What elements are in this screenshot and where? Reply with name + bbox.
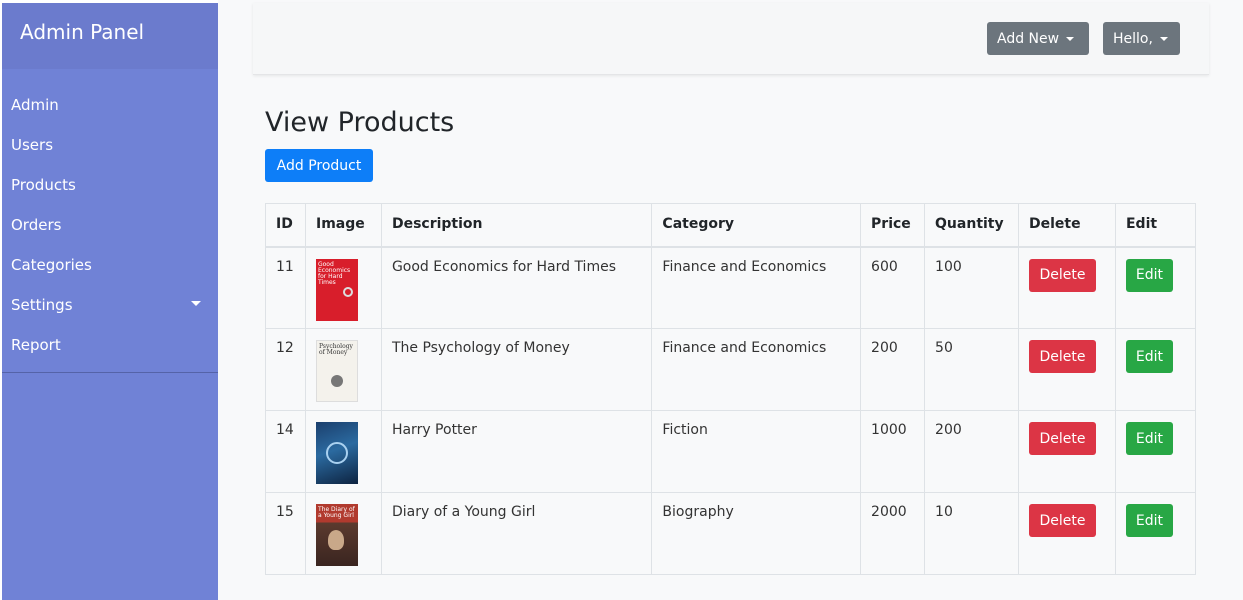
sidebar-item-categories[interactable]: Categories [2,255,218,295]
book-cover-image: Psychology of Money [315,340,358,402]
cell-quantity: 200 [924,410,1020,493]
cell-id: 15 [265,492,306,575]
cell-price: 2000 [860,492,926,575]
cell-quantity: 50 [924,328,1020,411]
page-title: View Products [265,107,455,138]
cell-id: 14 [265,410,306,493]
cell-delete: Delete [1018,246,1116,329]
column-header-edit: Edit [1114,203,1197,248]
cell-delete: Delete [1018,328,1116,411]
book-cover-text: Good Economics for Hard Times [317,260,351,286]
caret-down-icon [1159,36,1168,41]
column-header-id: ID [265,203,306,248]
add-new-dropdown-button[interactable]: Add New [987,22,1089,55]
add-new-label: Add New [997,30,1060,47]
book-cover-text: The Diary of a Young Girl [317,506,355,519]
column-header-category: Category [651,203,862,248]
cell-id: 12 [265,328,306,411]
column-header-delete: Delete [1018,203,1116,248]
edit-button[interactable]: Edit [1125,422,1173,455]
add-product-button[interactable]: Add Product [265,149,373,182]
cell-quantity: 10 [924,492,1020,575]
edit-button[interactable]: Edit [1125,258,1173,292]
column-header-quantity: Quantity [924,203,1020,248]
cell-category: Finance and Economics [651,328,862,411]
cell-image: Good Economics for Hard Times [304,246,382,329]
book-cover-image [315,422,358,484]
caret-down-icon [1066,36,1075,41]
products-table: ID Image Description Category Price Quan… [265,203,1197,575]
edit-button[interactable]: Edit [1125,340,1173,373]
table-row: 12 Psychology of Money The Psychology of… [265,328,1197,411]
cell-edit: Edit [1114,328,1197,411]
cell-category: Biography [651,492,862,575]
sidebar-nav: Admin Users Products Orders Categories S… [2,69,218,375]
cell-image [304,410,382,493]
sidebar-brand[interactable]: Admin Panel [2,3,218,69]
cell-delete: Delete [1018,492,1116,575]
column-header-description: Description [380,203,653,248]
cover-art-icon [342,286,353,297]
cell-id: 11 [265,246,306,329]
book-cover-text: Psychology of Money [318,343,353,356]
cell-category: Finance and Economics [651,246,862,329]
sidebar-item-products[interactable]: Products [2,175,218,215]
cell-edit: Edit [1114,492,1197,575]
table-header-row: ID Image Description Category Price Quan… [265,203,1197,248]
cell-price: 600 [860,246,926,329]
cell-edit: Edit [1114,410,1197,493]
cell-description: Good Economics for Hard Times [380,246,653,329]
table-row: 14 Harry Potter Fiction 1000 200 Delete … [265,410,1197,493]
sidebar-item-settings[interactable]: Settings [2,295,218,335]
cell-description: Harry Potter [380,410,653,493]
table-row: 15 The Diary of a Young Girl Diary of a … [265,492,1197,575]
column-header-price: Price [860,203,926,248]
topbar: Add New Hello, [253,3,1209,75]
cell-price: 200 [860,328,926,411]
caret-down-icon [191,301,201,306]
cover-art-icon [327,530,344,550]
sidebar-item-settings-label: Settings [11,296,73,314]
sidebar-item-report[interactable]: Report [2,335,218,375]
cell-edit: Edit [1114,246,1197,329]
cell-quantity: 100 [924,246,1020,329]
edit-button[interactable]: Edit [1125,504,1173,537]
sidebar-item-orders[interactable]: Orders [2,215,218,255]
table-row: 11 Good Economics for Hard Times Good Ec… [265,246,1197,329]
cell-category: Fiction [651,410,862,493]
cell-delete: Delete [1018,410,1116,493]
cover-art-icon [330,375,343,387]
book-cover-image: Good Economics for Hard Times [315,258,358,321]
delete-button[interactable]: Delete [1029,422,1097,455]
cell-description: The Psychology of Money [380,328,653,411]
sidebar-item-users[interactable]: Users [2,135,218,175]
delete-button[interactable]: Delete [1029,258,1097,292]
user-greeting-label: Hello, [1113,30,1153,47]
delete-button[interactable]: Delete [1029,340,1097,373]
cover-art-icon [325,442,348,464]
cell-image: Psychology of Money [304,328,382,411]
column-header-image: Image [304,203,382,248]
sidebar-item-admin[interactable]: Admin [2,95,218,135]
sidebar: Admin Panel Admin Users Products Orders … [2,3,218,600]
cell-description: Diary of a Young Girl [380,492,653,575]
book-cover-image: The Diary of a Young Girl [315,504,358,566]
delete-button[interactable]: Delete [1029,504,1097,537]
user-dropdown-button[interactable]: Hello, [1103,22,1180,55]
cell-image: The Diary of a Young Girl [304,492,382,575]
cell-price: 1000 [860,410,926,493]
main-content: Add New Hello, View Products Add Product… [218,0,1243,600]
